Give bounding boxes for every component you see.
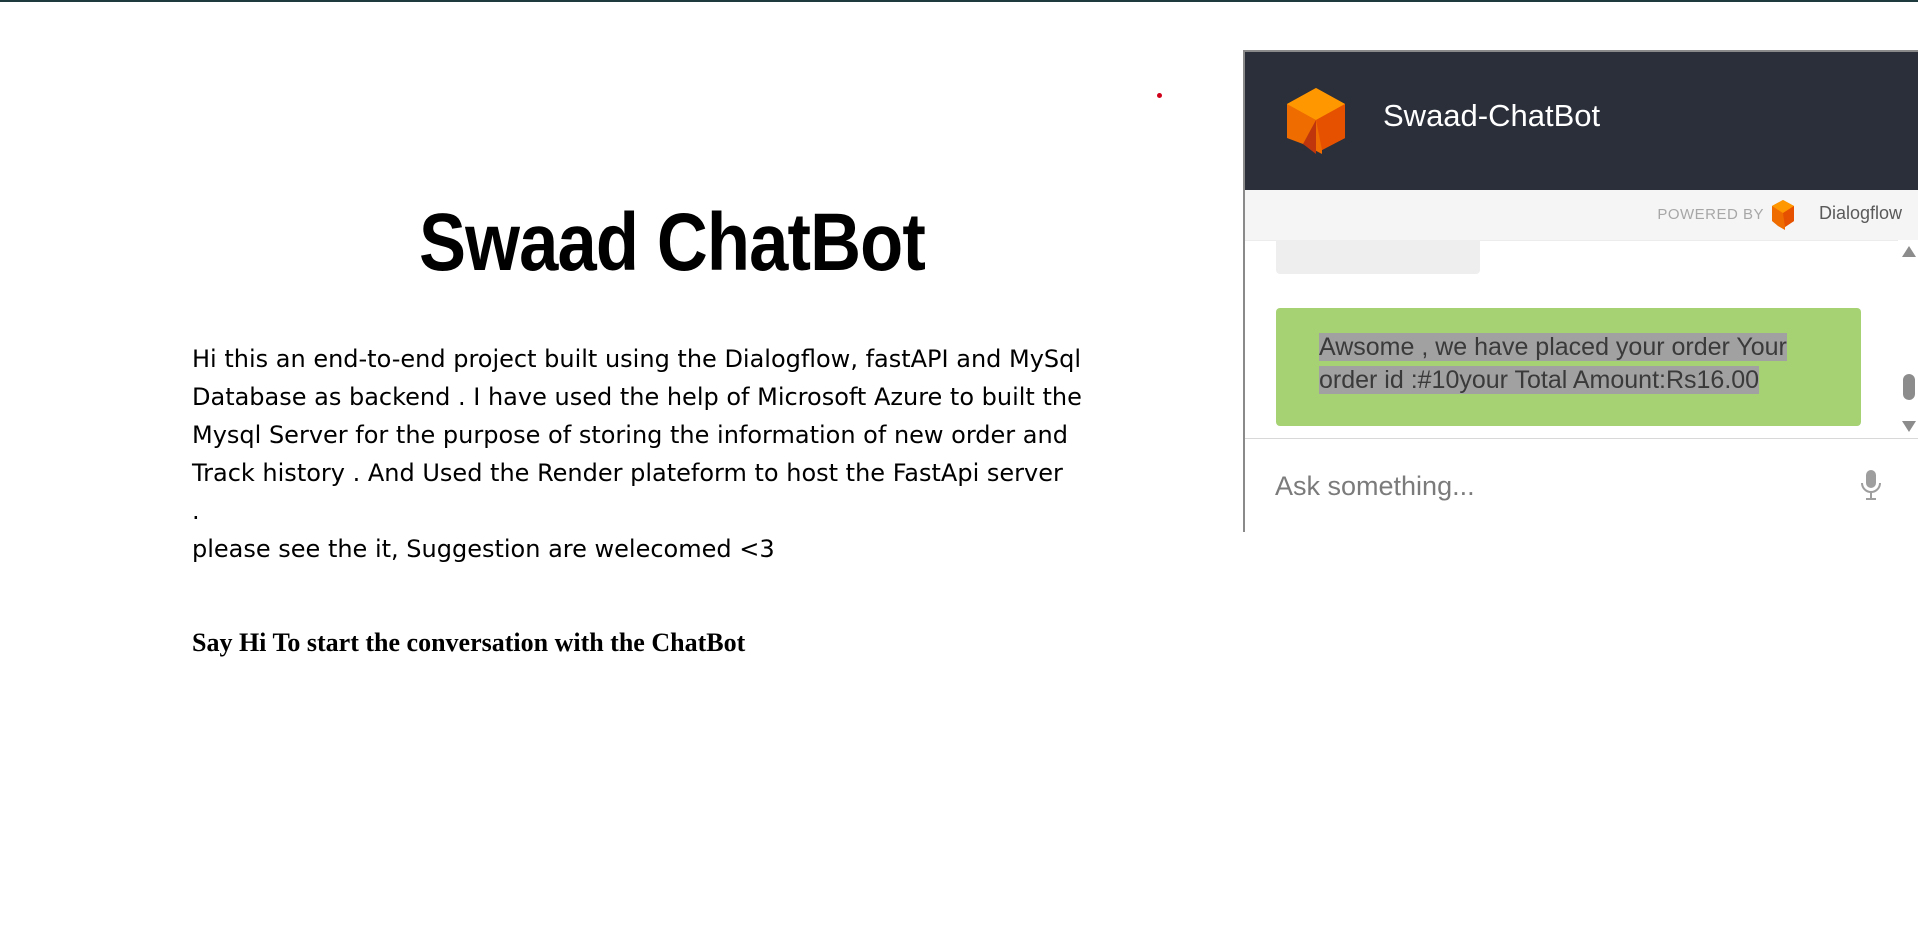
scroll-down-arrow-icon[interactable] [1902, 421, 1916, 432]
chat-widget: Swaad-ChatBot POWERED BY Dialogflow Awso… [1243, 50, 1918, 535]
powered-by-bar: POWERED BY Dialogflow [1245, 190, 1918, 241]
powered-by-label: POWERED BY [1657, 206, 1764, 223]
chat-title: Swaad-ChatBot [1383, 98, 1601, 133]
intro-text: Hi this an end-to-end project built usin… [192, 340, 1152, 568]
cursor-dot [1157, 93, 1162, 98]
message-scrollbar[interactable] [1898, 240, 1918, 438]
selected-text: Awsome , we have placed your order Your … [1319, 333, 1787, 394]
scroll-up-arrow-icon[interactable] [1902, 246, 1916, 257]
dialogflow-brand-label: Dialogflow [1818, 203, 1902, 223]
dialogflow-small-logo-icon [1772, 200, 1794, 230]
scroll-thumb[interactable] [1903, 374, 1915, 400]
message-list[interactable]: Awsome , we have placed your order Your … [1245, 240, 1918, 438]
intro-line: Hi this an end-to-end project built usin… [192, 345, 1082, 373]
top-border [0, 0, 1918, 2]
previous-message-bubble [1276, 240, 1480, 274]
intro-line: Database as backend . I have used the he… [192, 383, 1082, 411]
dialogflow-logo-icon [1287, 88, 1345, 154]
bot-message-text: Awsome , we have placed your order Your … [1319, 331, 1819, 397]
chat-header: Swaad-ChatBot [1245, 52, 1918, 190]
chat-input-row [1245, 438, 1918, 535]
intro-line: please see the it, Suggestion are weleco… [192, 535, 775, 563]
intro-line: Mysql Server for the purpose of storing … [192, 421, 1068, 449]
page-title: Swaad ChatBot [418, 197, 926, 288]
ask-input[interactable] [1273, 465, 1837, 507]
intro-line: . [192, 497, 200, 525]
microphone-icon[interactable] [1860, 469, 1882, 501]
bot-message-bubble: Awsome , we have placed your order Your … [1276, 308, 1861, 426]
intro-line: Track history . And Used the Render plat… [192, 459, 1063, 487]
call-to-action: Say Hi To start the conversation with th… [192, 628, 746, 657]
